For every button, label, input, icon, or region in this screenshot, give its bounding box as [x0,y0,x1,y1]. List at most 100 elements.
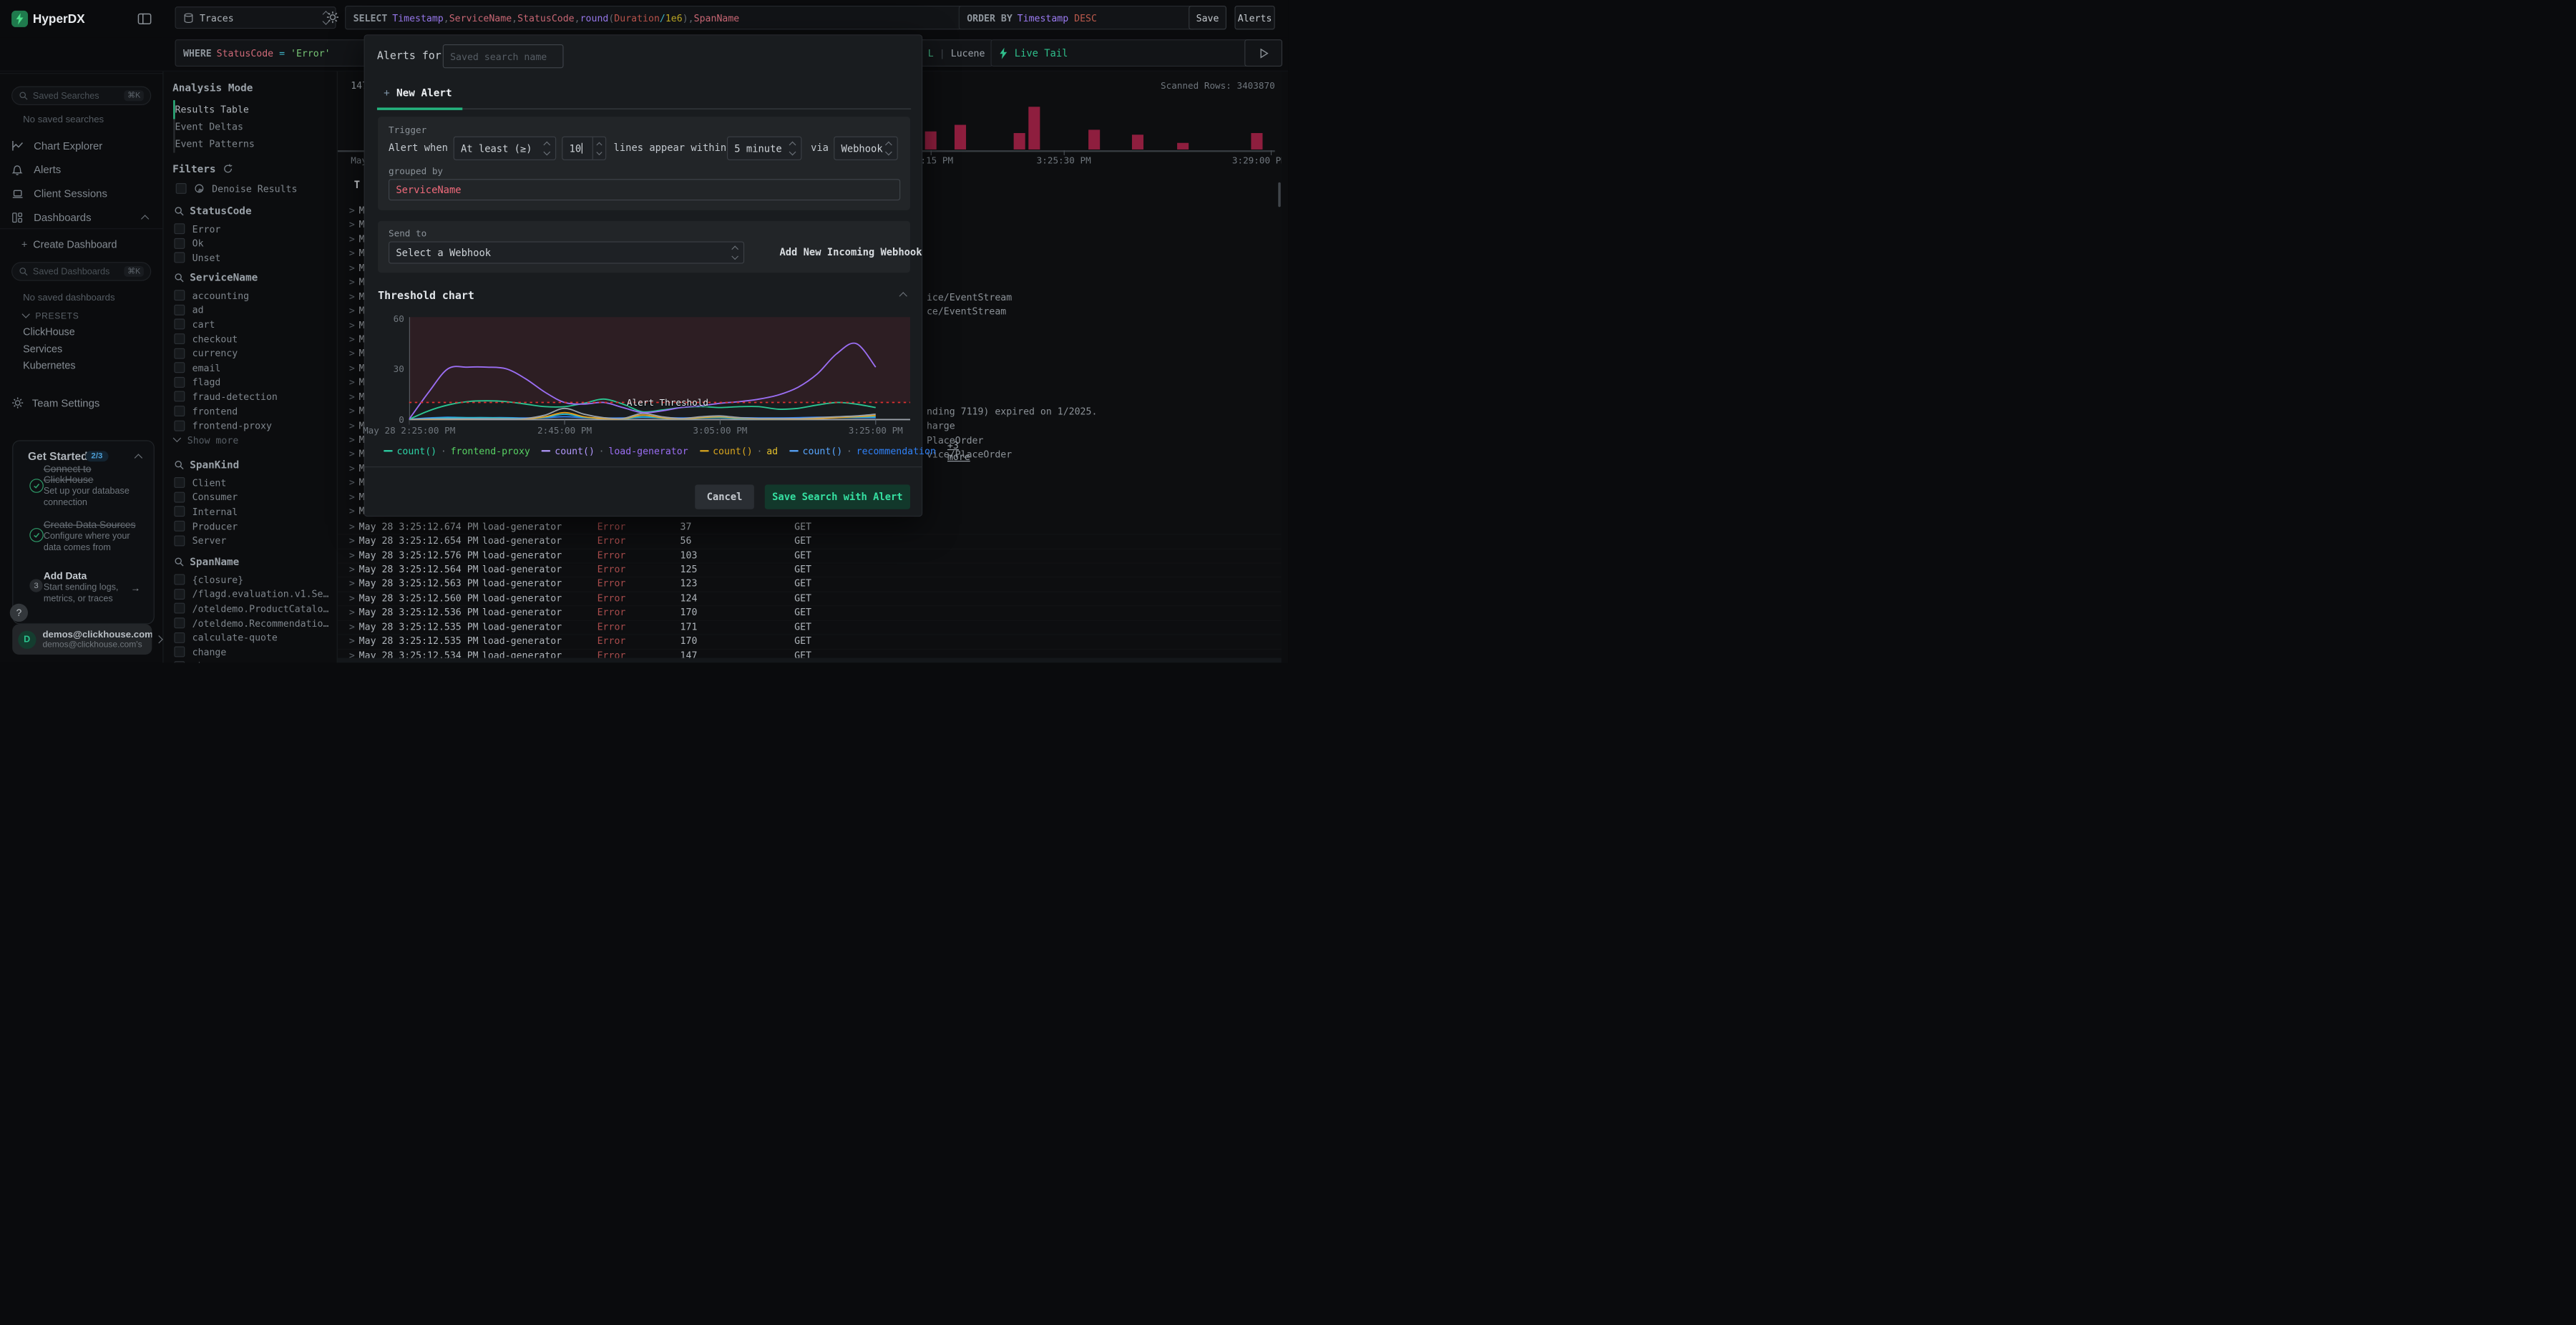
filter-option[interactable]: accounting [174,288,336,303]
checkbox[interactable] [174,376,185,388]
source-select[interactable]: Traces [175,6,336,29]
checkbox[interactable] [174,406,185,417]
filter-option[interactable]: currency [174,346,336,361]
checkbox[interactable] [174,391,185,402]
channel-select[interactable]: Webhook [834,136,898,160]
horizontal-scrollbar-track[interactable] [336,657,1282,663]
checkbox[interactable] [174,348,185,359]
checkbox[interactable] [174,420,185,431]
expand-row-chevron-icon[interactable]: > [349,592,355,604]
filter-option[interactable]: email [174,361,336,375]
checkbox[interactable] [174,588,185,600]
expand-row-chevron-icon[interactable]: > [349,376,355,388]
expand-row-chevron-icon[interactable]: > [349,391,355,402]
checkbox[interactable] [174,603,185,615]
sidebar-item-alerts[interactable]: Alerts [0,157,162,181]
checkbox[interactable] [174,660,185,663]
collapse-get-started-icon[interactable] [134,454,143,462]
expand-row-chevron-icon[interactable]: > [349,434,355,445]
checkbox[interactable] [174,646,185,657]
expand-row-chevron-icon[interactable]: > [349,564,355,575]
table-row[interactable]: > May 28 3:25:12.674 PM load-generator Erro… [337,519,1282,534]
expand-row-chevron-icon[interactable]: > [349,607,355,618]
filter-option[interactable]: {closure} [174,572,336,587]
table-row[interactable]: > May 28 3:25:12.535 PM load-generator Erro… [337,635,1282,650]
sidebar-item-team-settings[interactable]: Team Settings [11,396,99,409]
show-more-button[interactable]: Show more [172,433,336,447]
table-row[interactable]: > May 28 3:25:12.576 PM load-generator Erro… [337,548,1282,563]
saved-searches-input[interactable]: Saved Searches ⌘K [11,86,152,105]
search-icon[interactable] [174,273,184,283]
number-stepper[interactable] [592,137,605,160]
user-menu[interactable]: D demos@clickhouse.com demos@clickhouse.… [12,624,152,655]
checkbox[interactable] [174,333,185,345]
expand-row-chevron-icon[interactable]: > [349,578,355,590]
expand-row-chevron-icon[interactable]: > [349,290,355,302]
checkbox[interactable] [174,506,185,517]
filter-option[interactable]: Unset [174,250,336,265]
filter-option[interactable]: Error [174,222,336,236]
checkbox[interactable] [174,520,185,532]
sidebar-collapse-icon[interactable] [137,11,152,26]
expand-row-chevron-icon[interactable]: > [349,448,355,459]
table-row[interactable]: > May 28 3:25:12.563 PM load-generator Erro… [337,577,1282,592]
search-icon[interactable] [174,459,184,469]
filter-option[interactable]: /oteldemo.ProductCatalo… [174,602,336,616]
filter-option[interactable]: /flagd.evaluation.v1.Se… [174,587,336,601]
analysis-tab-results-table[interactable]: Results Table [162,100,336,117]
search-icon[interactable] [174,557,184,567]
saved-dashboards-input[interactable]: Saved Dashboards ⌘K [11,262,152,281]
table-row[interactable]: > May 28 3:25:12.535 PM load-generator Erro… [337,620,1282,635]
preset-dashboard-services[interactable]: Services [23,343,62,354]
checkbox[interactable] [174,252,185,263]
grouped-by-input[interactable]: ServiceName [389,179,901,201]
table-row[interactable]: > May 28 3:25:12.564 PM load-generator Erro… [337,562,1282,577]
expand-row-chevron-icon[interactable]: > [349,319,355,331]
filter-option[interactable]: checkout [174,332,336,346]
expand-row-chevron-icon[interactable]: > [349,305,355,316]
expand-row-chevron-icon[interactable]: > [349,635,355,647]
filter-option[interactable]: ad [174,303,336,317]
scrollbar-thumb[interactable] [1278,182,1281,207]
presets-toggle[interactable]: PRESETS [21,310,79,321]
window-select[interactable]: 5 minute [726,136,802,160]
expand-row-chevron-icon[interactable]: > [349,462,355,474]
sidebar-item-chart-explorer[interactable]: Chart Explorer [0,134,162,157]
saved-search-name-input[interactable]: Saved search name [442,44,564,69]
table-row[interactable]: > May 28 3:25:12.654 PM load-generator Erro… [337,534,1282,549]
filter-option[interactable]: Server [174,533,336,547]
select-query-input[interactable]: SELECT Timestamp,ServiceName,StatusCode,… [345,6,967,30]
filter-option[interactable]: frontend-proxy [174,419,336,433]
source-settings-gear-icon[interactable] [326,11,339,24]
expand-row-chevron-icon[interactable]: > [349,233,355,245]
checkbox[interactable] [174,574,185,585]
search-icon[interactable] [174,206,184,216]
checkbox[interactable] [174,223,185,235]
checkbox[interactable] [174,617,185,629]
collapse-dashboards-icon[interactable] [140,215,150,223]
expand-row-chevron-icon[interactable]: > [349,505,355,517]
filter-option[interactable]: cart [174,317,336,331]
filter-option[interactable]: Client [174,476,336,490]
checkbox[interactable] [174,290,185,301]
expand-row-chevron-icon[interactable]: > [349,219,355,230]
expand-row-chevron-icon[interactable]: > [349,520,355,532]
filter-option[interactable]: Ok [174,236,336,250]
checkbox[interactable] [175,183,187,195]
arrow-right-icon[interactable]: → [131,582,141,594]
checkbox[interactable] [174,477,185,489]
comparator-select[interactable]: At least (≥) [453,136,557,160]
preset-dashboard-kubernetes[interactable]: Kubernetes [23,360,75,371]
threshold-input[interactable]: 10 [562,136,607,160]
expand-row-chevron-icon[interactable]: > [349,419,355,431]
cancel-button[interactable]: Cancel [695,484,754,509]
expand-row-chevron-icon[interactable]: > [349,362,355,373]
expand-row-chevron-icon[interactable]: > [349,276,355,288]
filter-option[interactable]: change [174,645,336,659]
filter-option[interactable]: Internal [174,504,336,519]
analysis-tab-event-deltas[interactable]: Event Deltas [162,117,336,135]
checkbox[interactable] [174,535,185,547]
create-dashboard-button[interactable]: + Create Dashboard [21,239,117,250]
expand-row-chevron-icon[interactable]: > [349,534,355,546]
expand-row-chevron-icon[interactable]: > [349,491,355,502]
